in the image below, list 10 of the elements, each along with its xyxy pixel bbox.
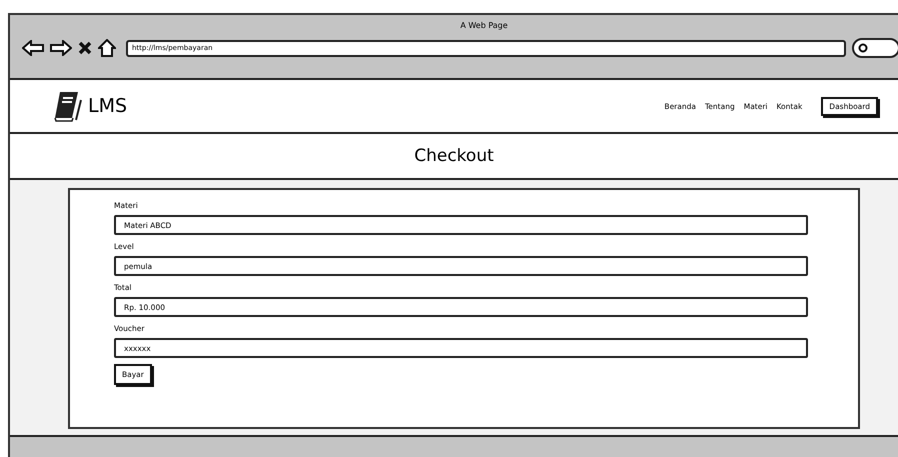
back-icon[interactable] <box>22 40 44 56</box>
search-icon <box>858 43 868 53</box>
search-field[interactable] <box>852 38 898 58</box>
home-icon[interactable] <box>98 39 116 57</box>
forward-icon[interactable] <box>50 40 72 56</box>
window-title: A Web Page <box>460 21 508 30</box>
page-title: Checkout <box>414 146 494 166</box>
book-icon <box>52 90 84 122</box>
brand-name: LMS <box>88 95 128 117</box>
close-icon[interactable] <box>78 41 92 55</box>
